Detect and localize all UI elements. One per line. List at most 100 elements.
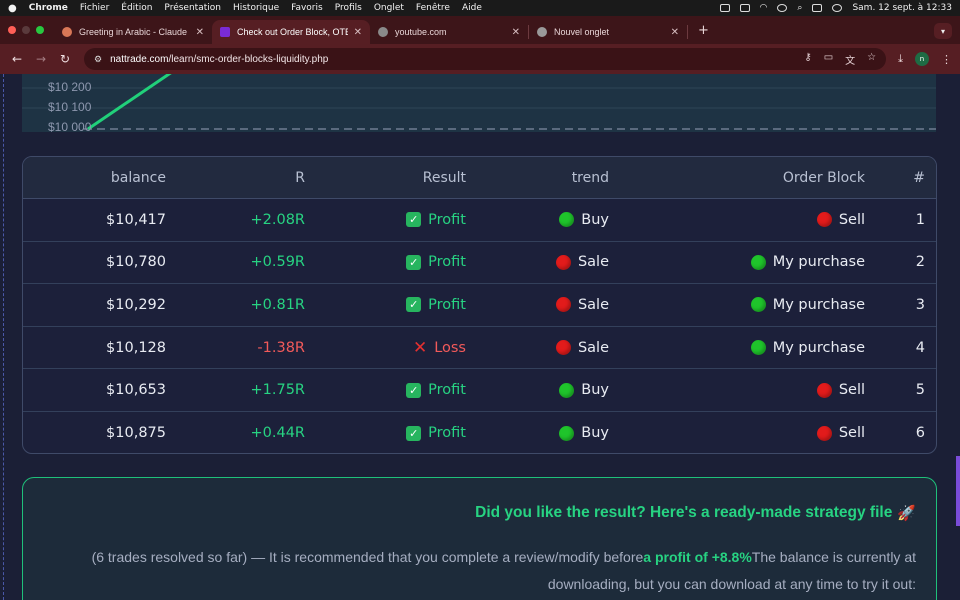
tab-youtube[interactable]: youtube.com ✕ — [370, 20, 528, 44]
menu-chrome[interactable]: Chrome — [29, 3, 68, 13]
balance-line — [87, 74, 172, 131]
balance-cell: $10,128 — [106, 339, 166, 356]
order-block-cell: My purchase — [750, 327, 865, 369]
close-tab-icon[interactable]: ✕ — [354, 27, 362, 38]
site-info-icon[interactable]: ⚙ — [94, 54, 102, 65]
rocket-icon: 🚀 — [897, 505, 916, 522]
menu-fichier[interactable]: Fichier — [80, 3, 109, 13]
balance-cell: $10,875 — [106, 425, 166, 442]
tab-title: youtube.com — [395, 27, 447, 37]
order-block-cell: My purchase — [750, 284, 865, 326]
trend-cell: Buy — [559, 199, 609, 241]
tab-title: Nouvel onglet — [554, 27, 610, 37]
spotlight-icon[interactable]: ⌕ — [797, 3, 802, 13]
screen-record-icon[interactable] — [719, 4, 730, 12]
result-cell: ✕ Loss — [413, 327, 466, 369]
close-tab-icon[interactable]: ✕ — [196, 27, 204, 38]
menu-fenetre[interactable]: Fenêtre — [416, 3, 450, 13]
translate-icon[interactable]: 文 — [845, 52, 855, 67]
trend-cell: Buy — [559, 369, 609, 411]
reload-icon[interactable]: ↻ — [56, 52, 74, 66]
red-circle-icon — [816, 425, 832, 441]
minimize-window-button[interactable] — [22, 26, 30, 34]
menu-historique[interactable]: Historique — [233, 3, 279, 13]
page-edge-guide — [3, 74, 4, 600]
y-tick-label: $10 100 — [48, 100, 92, 114]
browser-toolbar: ← → ↻ ⚙ nattrade.com/learn/smc-order-blo… — [0, 44, 960, 74]
time-machine-icon[interactable] — [777, 4, 788, 12]
result-cell: ✓ Profit — [406, 369, 466, 411]
check-mark-icon: ✓ — [406, 425, 422, 441]
trend-label: Buy — [581, 425, 609, 442]
menu-favoris[interactable]: Favoris — [291, 3, 323, 13]
menu-profils[interactable]: Profils — [335, 3, 362, 13]
result-cell: ✓ Profit — [406, 412, 466, 453]
kebab-menu-icon[interactable]: ⋮ — [941, 53, 952, 66]
balance-cell: $10,780 — [106, 254, 166, 271]
red-circle-icon — [555, 340, 571, 356]
result-label: Profit — [428, 425, 466, 442]
url-text[interactable]: nattrade.com/learn/smc-order-blocks-liqu… — [110, 54, 804, 65]
download-icon[interactable]: ⤓ — [898, 52, 903, 66]
new-tab-plus-icon[interactable]: + — [698, 23, 709, 38]
siri-icon[interactable] — [832, 4, 843, 12]
menu-presentation[interactable]: Présentation — [164, 3, 221, 13]
balance-cell: $10,653 — [106, 382, 166, 399]
close-tab-icon[interactable]: ✕ — [512, 27, 520, 38]
table-header-row: balance R Result trend Order Block # — [23, 157, 936, 199]
green-circle-icon — [750, 340, 766, 356]
zoom-window-button[interactable] — [36, 26, 44, 34]
wifi-icon[interactable]: ◠ — [760, 3, 768, 13]
result-label: Profit — [428, 382, 466, 399]
menu-edition[interactable]: Édition — [121, 3, 152, 13]
order-block-label: Sell — [838, 425, 865, 442]
result-cell: ✓ Profit — [406, 284, 466, 326]
key-icon[interactable]: ⚷ — [804, 52, 811, 67]
apple-icon[interactable]: ● — [8, 3, 17, 14]
cast-icon[interactable]: ▭ — [824, 52, 833, 67]
header-trend: trend — [571, 169, 609, 186]
green-circle-icon — [750, 297, 766, 313]
tab-new-tab[interactable]: Nouvel onglet ✕ — [529, 20, 687, 44]
trades-table: balance R Result trend Order Block # $10… — [22, 156, 937, 454]
profile-avatar[interactable]: n — [915, 52, 929, 66]
control-center-icon[interactable] — [812, 4, 823, 12]
table-row: $10,417 +2.08R ✓ Profit Buy Sell 1 — [23, 199, 936, 242]
result-label: Profit — [428, 254, 466, 271]
menu-onglet[interactable]: Onglet — [374, 3, 404, 13]
browser-tab-strip: Greeting in Arabic - Claude ✕ Check out … — [0, 16, 960, 44]
check-mark-icon: ✓ — [406, 382, 422, 398]
order-block-label: My purchase — [772, 339, 865, 356]
check-mark-icon: ✓ — [406, 297, 422, 313]
red-circle-icon — [555, 254, 571, 270]
green-circle-icon — [559, 425, 575, 441]
promo-description: (6 trades resolved so far) — It is recom… — [63, 544, 916, 598]
trend-cell: Sale — [555, 327, 609, 369]
globe-favicon-icon — [378, 27, 388, 37]
tab-nattrade[interactable]: Check out Order Block, OTE, ✕ — [212, 20, 370, 44]
cross-mark-icon: ✕ — [412, 337, 428, 358]
check-mark-icon: ✓ — [406, 212, 422, 228]
r-cell: +2.08R — [250, 211, 305, 228]
result-label: Loss — [434, 339, 466, 356]
order-block-cell: Sell — [816, 199, 865, 241]
menubar-datetime[interactable]: Sam. 12 sept. à 12:33 — [852, 3, 952, 13]
back-arrow-icon[interactable]: ← — [8, 52, 26, 66]
battery-icon[interactable] — [739, 4, 750, 12]
tab-search-chevron-icon[interactable]: ▾ — [934, 23, 952, 39]
table-row: $10,128 -1.38R ✕ Loss Sale My purchase 4 — [23, 327, 936, 370]
r-cell: +1.75R — [250, 382, 305, 399]
header-r: R — [295, 169, 305, 186]
profit-highlight: a profit of +8.8% — [643, 549, 752, 565]
forward-arrow-icon[interactable]: → — [32, 52, 50, 66]
header-balance: balance — [110, 169, 166, 186]
trend-label: Sale — [577, 296, 609, 313]
tab-claude[interactable]: Greeting in Arabic - Claude ✕ — [54, 20, 212, 44]
menu-aide[interactable]: Aide — [462, 3, 482, 13]
address-bar[interactable]: ⚙ nattrade.com/learn/smc-order-blocks-li… — [84, 48, 887, 70]
close-window-button[interactable] — [8, 26, 16, 34]
bookmark-star-icon[interactable]: ☆ — [867, 52, 876, 67]
chrome-favicon-icon — [537, 27, 547, 37]
close-tab-icon[interactable]: ✕ — [671, 27, 679, 38]
table-row: $10,653 +1.75R ✓ Profit Buy Sell 5 — [23, 369, 936, 412]
